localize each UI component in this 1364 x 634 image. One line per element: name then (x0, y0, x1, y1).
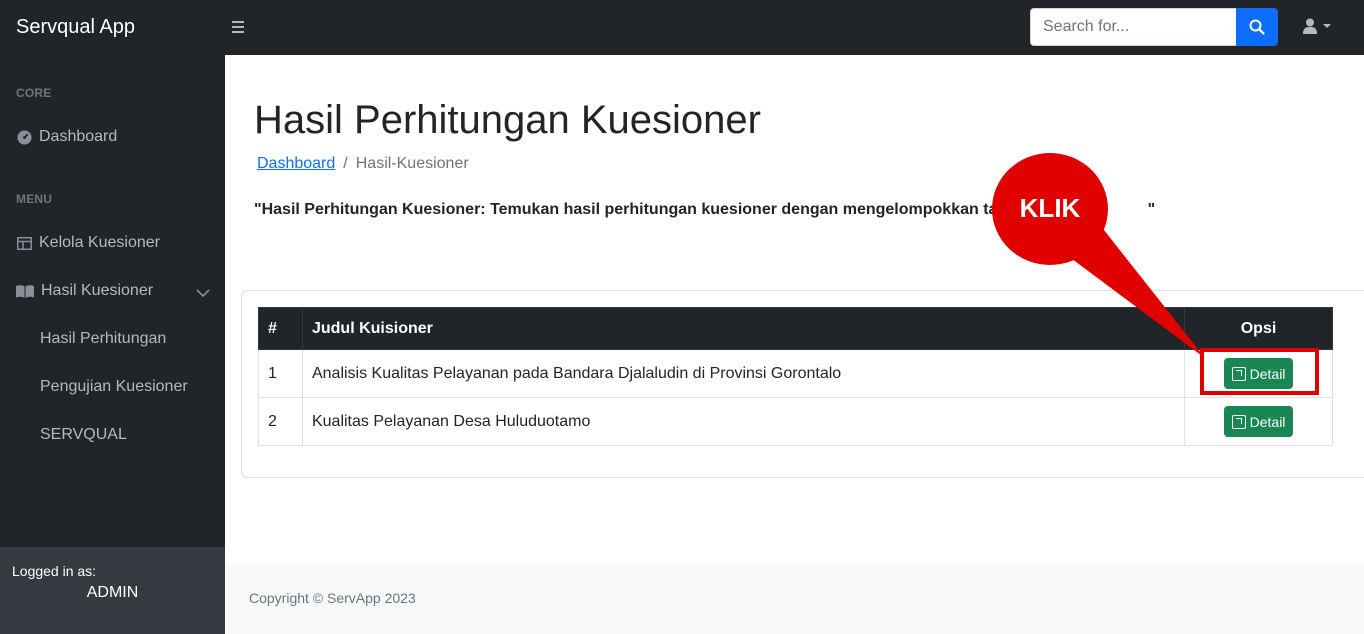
annotation-highlight-box (1200, 348, 1319, 395)
annotation-klik-label: KLIK (1019, 193, 1081, 223)
annotation-callout-arrow (1060, 225, 1205, 358)
